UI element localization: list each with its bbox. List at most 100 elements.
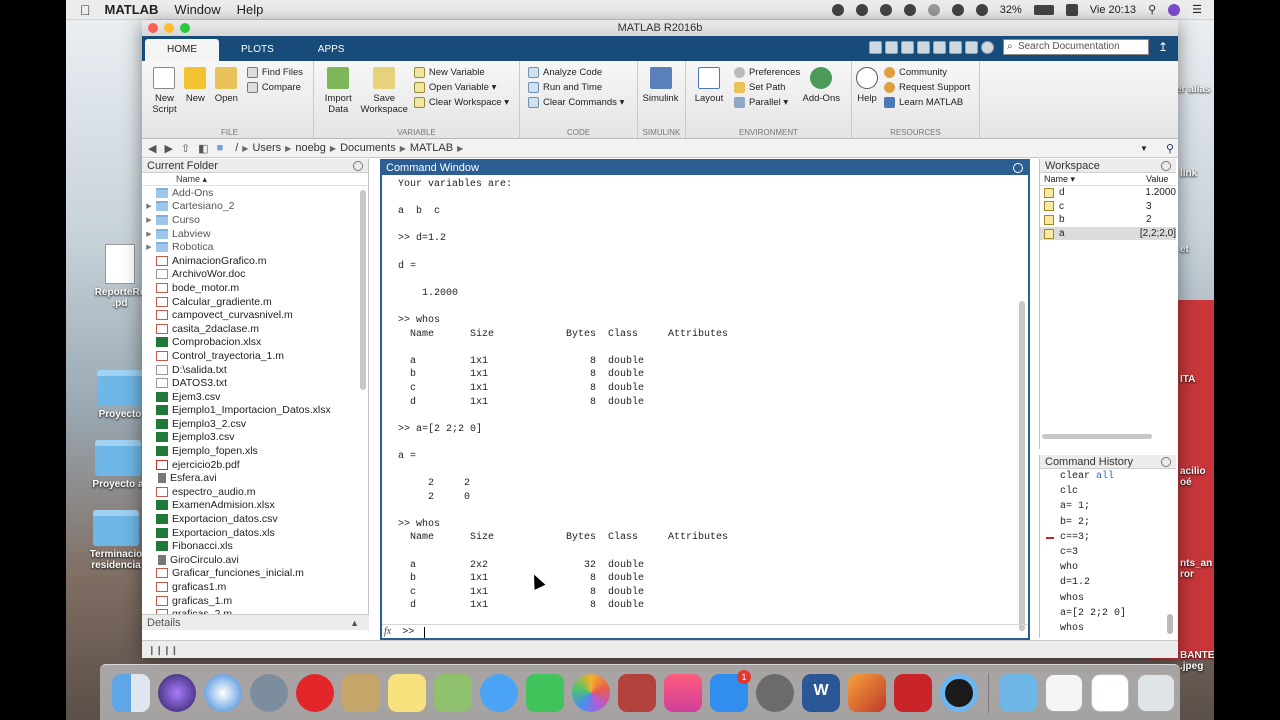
folder-list-item[interactable]: Ejemplo_fopen.xls [142, 444, 368, 458]
finder-icon[interactable] [112, 673, 150, 712]
breadcrumb-users[interactable]: Users [252, 142, 281, 154]
copy-icon[interactable] [900, 40, 914, 54]
switch-windows-icon[interactable] [964, 40, 978, 54]
history-entry[interactable]: d=1.2 [1040, 575, 1176, 590]
learn-matlab-button[interactable]: Learn MATLAB [884, 97, 970, 108]
folder-list-item[interactable]: Fibonacci.xls [142, 539, 368, 553]
tab-apps[interactable]: APPS [296, 39, 367, 61]
folder-list-item[interactable]: Esfera.avi [142, 471, 368, 485]
panel-options-icon[interactable] [1161, 161, 1171, 171]
battery-icon[interactable] [1033, 4, 1054, 15]
workspace-variable-row[interactable]: a [2,2;2,0] [1040, 226, 1176, 241]
folder-list-item[interactable]: Control_trayectoria_1.m [142, 349, 368, 363]
command-window[interactable]: Command Window Your variables are: a b c >… [380, 159, 1030, 640]
wifi-icon[interactable] [951, 3, 964, 16]
breadcrumb-root[interactable]: / [235, 142, 238, 154]
history-entry[interactable]: whos [1040, 621, 1176, 636]
details-panel[interactable]: Details ▲ [142, 614, 369, 630]
history-entry[interactable]: a= 1; [1040, 499, 1176, 514]
workspace-col-name[interactable]: Name ▾ [1040, 173, 1146, 185]
itunes-icon[interactable] [664, 673, 702, 712]
desktop-folder-terminacion[interactable]: Terminacio residencia [86, 510, 146, 571]
minimize-window-icon[interactable] [164, 23, 174, 33]
siri-icon[interactable] [158, 673, 196, 712]
word-icon[interactable]: W [802, 673, 840, 712]
recent-document-icon[interactable] [1045, 673, 1083, 712]
folder-list-item[interactable]: DATOS3.txt [142, 376, 368, 390]
tab-home[interactable]: HOME [145, 39, 219, 61]
find-files-button[interactable]: Find Files [246, 67, 303, 78]
folder-list-item[interactable]: ▶ Curso [142, 213, 368, 227]
time-machine-icon[interactable] [903, 3, 916, 16]
expand-arrow-icon[interactable]: ▶ [142, 230, 156, 238]
set-path-button[interactable]: Set Path [734, 82, 800, 93]
acrobat-icon[interactable] [894, 673, 932, 712]
history-entry[interactable]: b= 2; [1040, 515, 1176, 530]
parallel-button[interactable]: Parallel ▾ [734, 97, 800, 108]
analyze-code-button[interactable]: Analyze Code [528, 67, 624, 78]
cut-icon[interactable] [884, 40, 898, 54]
opera-icon[interactable] [296, 673, 334, 712]
siri-icon[interactable] [1168, 3, 1181, 16]
folder-list-item[interactable]: graficas_1.m [142, 594, 368, 608]
notification-center-icon[interactable]: ☰ [1192, 3, 1202, 16]
tab-plots[interactable]: PLOTS [219, 39, 296, 61]
desktop-item-right-3[interactable]: et [1180, 244, 1216, 255]
folder-list-item[interactable]: Calcular_gradiente.m [142, 295, 368, 309]
mail-stamp-icon[interactable] [342, 673, 380, 712]
history-entry[interactable]: a=[2 2;2 0] [1040, 606, 1176, 621]
expand-arrow-icon[interactable]: ▶ [142, 243, 156, 251]
history-entry[interactable]: c==3; [1040, 530, 1176, 545]
request-support-button[interactable]: Request Support [884, 82, 970, 93]
forward-arrow-icon[interactable]: ▶ [164, 142, 172, 155]
folder-list-item[interactable]: ▶ Cartesiano_2 [142, 200, 368, 214]
launchpad-icon[interactable] [250, 673, 288, 712]
record-icon[interactable] [831, 3, 844, 16]
menu-app-matlab[interactable]: MATLAB [105, 2, 159, 17]
menu-window[interactable]: Window [174, 2, 220, 17]
breadcrumb-matlab[interactable]: MATLAB [410, 142, 453, 154]
paste-icon[interactable] [916, 40, 930, 54]
folder-list-item[interactable]: Ejemplo3.csv [142, 431, 368, 445]
breadcrumb-noebg[interactable]: noebg [295, 142, 326, 154]
desktop-folder-proyecto-a[interactable]: Proyecto a [88, 440, 148, 490]
downloads-folder-icon[interactable] [999, 673, 1037, 712]
folder-list-item[interactable]: Exportacion_datos.csv [142, 512, 368, 526]
folder-list-item[interactable]: espectro_audio.m [142, 485, 368, 499]
folder-list-item[interactable]: Ejem3.csv [142, 390, 368, 404]
desktop-item-right-6[interactable]: nts_an ror [1180, 558, 1216, 580]
matlab-dock-icon[interactable] [848, 673, 886, 712]
open-variable-button[interactable]: Open Variable ▾ [413, 82, 509, 93]
collapse-ribbon-icon[interactable]: ↥ [1158, 40, 1168, 54]
trash-icon[interactable] [1137, 673, 1175, 712]
workspace-hscrollbar[interactable] [1042, 434, 1152, 439]
folder-list-item[interactable]: ArchivoWor.doc [142, 268, 368, 282]
zoom-window-icon[interactable] [180, 23, 190, 33]
menu-help[interactable]: Help [237, 2, 264, 17]
spotlight-icon[interactable]: ⚲ [1148, 3, 1156, 16]
close-window-icon[interactable] [148, 23, 158, 33]
apple-menu-icon[interactable]:  [80, 2, 91, 18]
preferences-button[interactable]: Preferences [734, 67, 800, 78]
cloud-icon[interactable] [879, 3, 892, 16]
desktop-file-reporte[interactable]: ReporteRe .pd [90, 244, 150, 309]
battery-percent[interactable]: 32% [1000, 4, 1022, 16]
maps-icon[interactable] [434, 673, 472, 712]
up-folder-icon[interactable]: ⇧ [181, 142, 190, 155]
folder-list-item[interactable]: graficas1.m [142, 580, 368, 594]
history-entry[interactable]: c=3 [1040, 545, 1176, 560]
desktop-folder-proyecto[interactable]: Proyecto [90, 370, 150, 420]
folder-list-item[interactable]: Exportacion_datos.xls [142, 526, 368, 540]
folder-list-item[interactable]: AnimacionGrafico.m [142, 254, 368, 268]
expand-details-icon[interactable]: ▲ [350, 615, 359, 631]
history-entry[interactable]: who [1040, 560, 1176, 575]
desktop-item-right-1[interactable]: er alias [1176, 84, 1216, 95]
folder-list-item[interactable]: Ejemplo3_2.csv [142, 417, 368, 431]
folder-list-item[interactable]: Graficar_funciones_inicial.m [142, 567, 368, 581]
save-icon[interactable] [868, 40, 882, 54]
redo-icon[interactable] [948, 40, 962, 54]
history-entry[interactable]: clc [1040, 484, 1176, 499]
run-and-time-button[interactable]: Run and Time [528, 82, 624, 93]
system-preferences-icon[interactable] [756, 673, 794, 712]
folder-list-item[interactable]: ExamenAdmision.xlsx [142, 499, 368, 513]
